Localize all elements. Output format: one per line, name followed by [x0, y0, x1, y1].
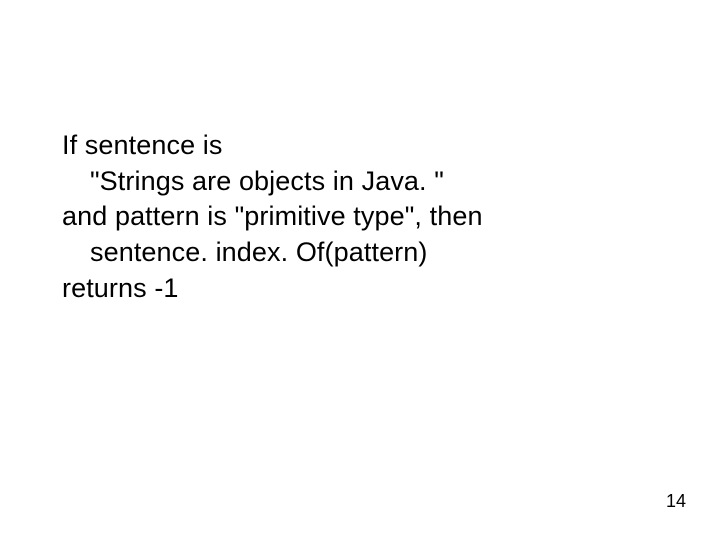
body-line: and pattern is "primitive type", then — [62, 199, 660, 235]
body-line: returns -1 — [62, 271, 660, 307]
slide-body: If sentence is "Strings are objects in J… — [62, 128, 660, 306]
body-line: "Strings are objects in Java. " — [62, 164, 660, 200]
page-number: 14 — [666, 491, 686, 512]
body-line: If sentence is — [62, 128, 660, 164]
body-line: sentence. index. Of(pattern) — [62, 235, 660, 271]
slide: If sentence is "Strings are objects in J… — [0, 0, 720, 540]
